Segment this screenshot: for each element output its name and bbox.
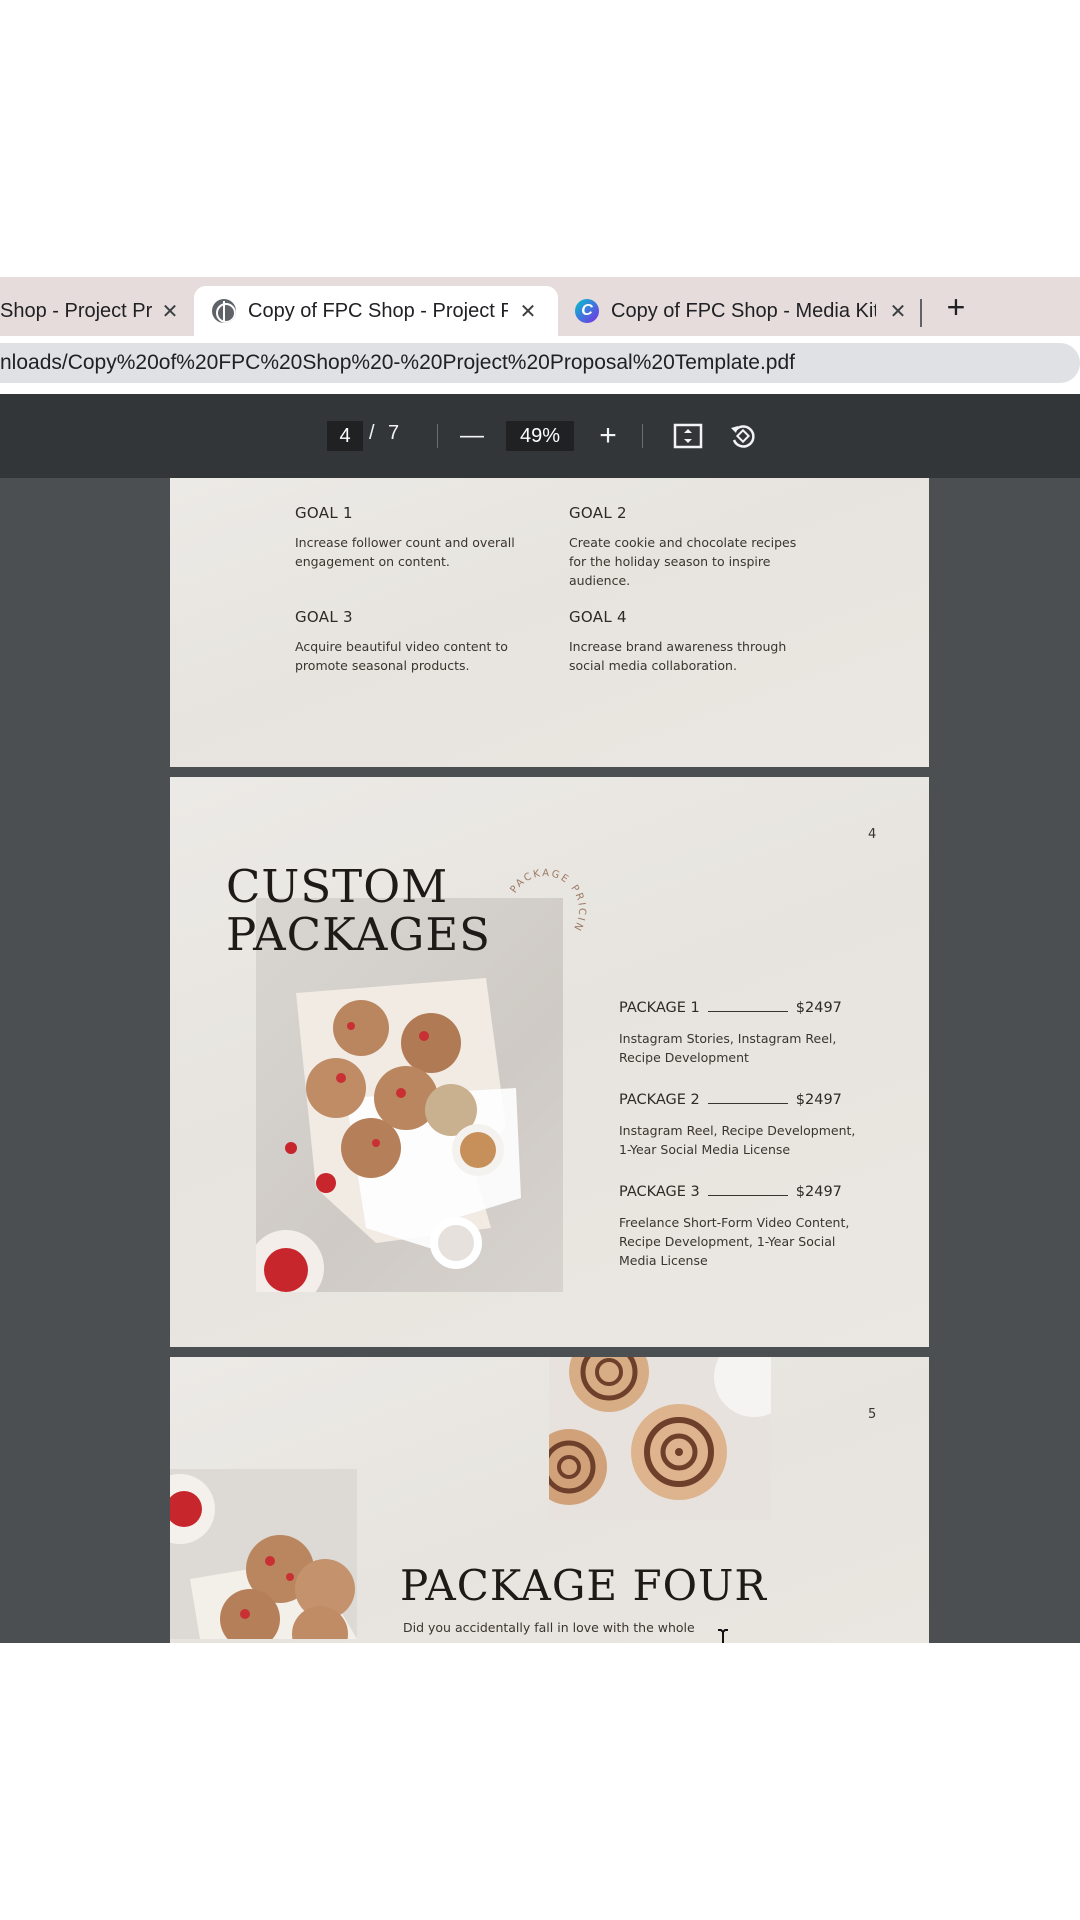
pdf-page-3: GOAL 1 Increase follower count and overa… [170,478,929,767]
pdf-toolbar: 4 / 7 — 49% + [0,394,1080,478]
zoom-out-button[interactable]: — [452,416,492,456]
custom-packages-title-line2: PACKAGES [226,908,491,961]
tab-title: Copy of FPC Shop - Media Kit T [611,299,876,322]
close-tab-icon[interactable]: ✕ [886,299,910,324]
tab-project-proposal-2[interactable]: Copy of FPC Shop - Project Pro ✕ [194,286,558,336]
close-tab-icon[interactable]: ✕ [516,299,540,324]
svg-text:PACKAGE PRICIN: PACKAGE PRICIN [508,868,587,934]
goal-heading: GOAL 4 [569,608,627,626]
leader-line [707,1103,788,1104]
pdf-viewport[interactable]: GOAL 1 Increase follower count and overa… [0,478,1080,1643]
rotate-button[interactable] [723,416,763,456]
cookies-photo-2 [170,1469,357,1639]
pdf-page-4: 4 CUSTOM PACKAGES PACKAGE PRICIN PACKAGE… [170,777,929,1347]
page-number: 5 [868,1407,877,1422]
text-cursor-icon [718,1629,728,1643]
package-1-heading: PACKAGE 1 $2497 [619,1000,842,1016]
tab-title: Copy of FPC Shop - Project Pro [248,299,508,322]
new-tab-button[interactable]: + [940,291,972,324]
package-price: $2497 [795,1000,842,1016]
custom-packages-title-line1: CUSTOM [226,860,449,913]
tab-media-kit[interactable]: C Copy of FPC Shop - Media Kit T ✕ [560,286,918,336]
close-tab-icon[interactable]: ✕ [158,299,182,324]
goal-heading: GOAL 3 [295,608,353,626]
fit-page-button[interactable] [668,416,708,456]
minus-icon: — [460,422,484,449]
toolbar-divider [642,424,643,448]
tab-project-proposal-1[interactable]: Shop - Project Pro ✕ [0,286,190,336]
package-2-description: Instagram Reel, Recipe Development, 1-Ye… [619,1123,856,1157]
fit-page-icon [673,423,703,449]
package-four-title: PACKAGE FOUR [400,1561,768,1610]
address-url: nloads/Copy%20of%20FPC%20Shop%20-%20Proj… [0,351,795,374]
page-separator: / [369,422,375,444]
package-price: $2497 [795,1092,842,1108]
browser-window: Shop - Project Pro ✕ Copy of FPC Shop - … [0,277,1080,1643]
rotate-icon [731,425,755,448]
pdf-page-5: 5 PACKAGE FOUR Did you accidentally fall… [170,1357,929,1643]
package-3-heading: PACKAGE 3 $2497 [619,1184,842,1200]
tab-separator [920,299,922,327]
address-bar[interactable]: nloads/Copy%20of%20FPC%20Shop%20-%20Proj… [0,343,1080,383]
tab-strip: Shop - Project Pro ✕ Copy of FPC Shop - … [0,277,1080,336]
goal-text: Acquire beautiful video content to promo… [295,639,508,673]
goal-heading: GOAL 1 [295,504,353,522]
page-number-input[interactable]: 4 [327,421,363,451]
page-number: 4 [868,827,877,842]
goal-text: Increase brand awareness through social … [569,639,787,673]
toolbar-divider [437,424,438,448]
zoom-in-button[interactable]: + [588,416,628,456]
package-name: PACKAGE 1 [619,1000,700,1016]
cinnamon-rolls-photo [549,1357,771,1520]
address-bar-area: nloads/Copy%20of%20FPC%20Shop%20-%20Proj… [0,336,1080,391]
package-name: PACKAGE 3 [619,1184,700,1200]
package-name: PACKAGE 2 [619,1092,700,1108]
package-price: $2497 [795,1184,842,1200]
package-four-body: Did you accidentally fall in love with t… [403,1620,695,1635]
page-count: 7 [388,422,400,444]
leader-line [707,1195,788,1196]
cinnamon-rolls-art [549,1357,771,1505]
leader-line [707,1011,788,1012]
package-3-description: Freelance Short-Form Video Content, Reci… [619,1215,850,1268]
package-2-heading: PACKAGE 2 $2497 [619,1092,842,1108]
cookies-photo-2-art [170,1474,357,1639]
plus-icon: + [599,419,617,452]
zoom-level-input[interactable]: 49% [506,421,574,451]
globe-icon [212,299,236,323]
goal-text: Create cookie and chocolate recipes for … [569,535,797,588]
goal-text: Increase follower count and overall enga… [295,535,515,569]
goal-heading: GOAL 2 [569,504,627,522]
package-1-description: Instagram Stories, Instagram Reel, Recip… [619,1031,837,1065]
canva-icon: C [575,299,599,323]
tab-title: Shop - Project Pro [0,299,152,322]
package-pricing-circle-text: PACKAGE PRICIN [508,868,587,934]
